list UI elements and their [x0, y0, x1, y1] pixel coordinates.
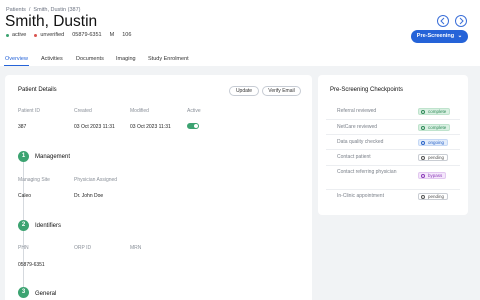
- tab-activities[interactable]: Activities: [41, 56, 63, 62]
- patient-details-title: Patient Details: [18, 87, 57, 93]
- step-number-2: 2: [18, 220, 29, 231]
- checkpoint-label: NetCare reviewed: [337, 124, 378, 130]
- phn-header: PHN: [18, 245, 29, 251]
- step-number-3: 3: [18, 287, 29, 298]
- physician-assigned-header: Physician Assigned: [74, 177, 118, 183]
- clock-icon: [421, 156, 425, 160]
- tab-study-enrolment[interactable]: Study Enrolment: [148, 56, 189, 62]
- checkpoint-row[interactable]: Data quality checked ongoing: [326, 135, 460, 150]
- patient-age: 106: [122, 32, 132, 38]
- active-tab-indicator: [4, 65, 29, 66]
- modified-value: 03 Oct 2023 11:31: [130, 124, 171, 130]
- active-status-dot: [6, 33, 9, 37]
- workflow-stage-label: Pre-Screening: [416, 33, 455, 39]
- tab-imaging[interactable]: Imaging: [116, 56, 136, 62]
- managing-site-header: Managing Site: [18, 177, 50, 183]
- step-connector: [23, 162, 24, 222]
- status-badge: active: [12, 32, 27, 38]
- status-badge: bypass: [418, 172, 447, 179]
- patient-meta: active unverified 05879-6351 M 106: [6, 32, 139, 38]
- pre-screening-checkpoints-card: Pre-Screening Checkpoints Referral revie…: [318, 75, 468, 215]
- checkpoint-row[interactable]: Referral reviewed complete: [326, 104, 460, 120]
- checkpoint-label: Data quality checked: [337, 139, 384, 145]
- checkpoint-label: In-Clinic appointment: [337, 193, 384, 199]
- checkpoint-row[interactable]: Contact patient pending: [326, 150, 460, 166]
- verify-email-button[interactable]: Verify Email: [262, 86, 301, 96]
- mrn-header: MRN: [130, 245, 142, 251]
- status-badge: pending: [418, 193, 449, 200]
- checkpoint-row[interactable]: In-Clinic appointment pending: [326, 190, 460, 204]
- status-badge: complete: [418, 124, 451, 131]
- verification-badge: unverified: [40, 32, 65, 38]
- status-badge: pending: [418, 154, 449, 161]
- checkpoint-row[interactable]: NetCare reviewed complete: [326, 120, 460, 135]
- check-circle-icon: [421, 110, 425, 114]
- created-header: Created: [74, 108, 92, 114]
- step-number-1: 1: [18, 151, 29, 162]
- modified-header: Modified: [130, 108, 149, 114]
- step-connector: [23, 231, 24, 288]
- clock-icon: [421, 195, 425, 199]
- workflow-stage-dropdown[interactable]: Pre-Screening ⌄: [411, 30, 468, 43]
- general-section-title: General: [35, 291, 57, 297]
- toggle-knob: [194, 124, 198, 128]
- patient-sex: M: [109, 32, 115, 38]
- check-circle-icon: [421, 126, 425, 130]
- patient-header: Patients / Smith, Dustin (387) Smith, Dust…: [0, 0, 480, 66]
- orp-id-header: ORP ID: [74, 245, 92, 251]
- managing-site-value: Caleo: [18, 193, 32, 199]
- unverified-status-dot: [34, 33, 38, 37]
- status-badge: ongoing: [418, 139, 449, 146]
- next-patient-button[interactable]: [455, 15, 467, 27]
- active-header: Active: [187, 108, 201, 114]
- physician-assigned-value: Dr. John Doe: [74, 193, 104, 199]
- patient-details-card: Patient Details Update Verify Email Pati…: [5, 75, 312, 300]
- created-value: 03 Oct 2023 11:31: [74, 124, 115, 130]
- checkpoint-label: Contact patient: [337, 154, 371, 160]
- patient-id-header: Patient ID: [18, 108, 40, 114]
- tab-bar: Overview Activities Documents Imaging St…: [0, 54, 480, 67]
- checkpoint-row[interactable]: Contact referring physician bypass: [326, 166, 460, 190]
- chevron-right-icon: [459, 17, 464, 25]
- checkpoint-label: Referral reviewed: [337, 108, 377, 114]
- phn-value: 05879-6351: [18, 262, 45, 268]
- status-badge: complete: [418, 108, 451, 115]
- patient-id-value: 387: [18, 124, 27, 130]
- previous-patient-button[interactable]: [437, 15, 449, 27]
- chevron-left-icon: [440, 17, 445, 25]
- checkpoints-title: Pre-Screening Checkpoints: [330, 87, 404, 93]
- tab-overview[interactable]: Overview: [5, 56, 28, 62]
- update-button[interactable]: Update: [229, 86, 259, 96]
- management-section-title: Management: [35, 154, 71, 160]
- page-title: Smith, Dustin: [5, 13, 98, 30]
- active-toggle[interactable]: [187, 123, 199, 129]
- tab-documents[interactable]: Documents: [76, 56, 104, 62]
- progress-circle-icon: [421, 141, 425, 145]
- checkpoint-label: Contact referring physician: [337, 169, 397, 175]
- patient-phn: 05879-6351: [72, 32, 102, 38]
- chevron-down-icon: ⌄: [457, 33, 463, 39]
- identifiers-section-title: Identifiers: [35, 223, 62, 229]
- bypass-icon: [421, 174, 425, 178]
